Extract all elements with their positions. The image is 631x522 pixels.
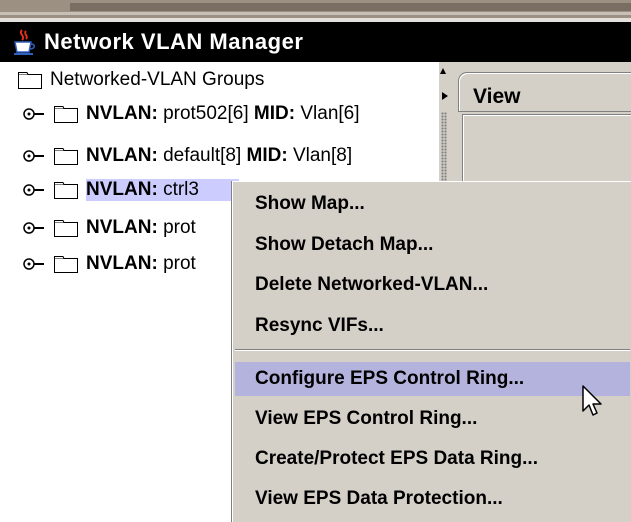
tab-view[interactable]: View	[458, 72, 631, 112]
menu-item-create-protect-eps-data-ring[interactable]: Create/Protect EPS Data Ring...	[235, 442, 630, 476]
tree-item[interactable]: NVLAN: prot	[22, 212, 196, 244]
tree-item-label: NVLAN: ctrl3	[86, 179, 239, 201]
title-bar[interactable]: Network VLAN Manager	[0, 22, 631, 62]
expand-handle-icon[interactable]	[22, 107, 48, 121]
tree-item-label: NVLAN: prot502[6] MID: Vlan[6]	[86, 103, 360, 124]
mouse-pointer-icon	[582, 385, 602, 416]
tree-item-label: NVLAN: default[8] MID: Vlan[8]	[86, 145, 353, 166]
expand-handle-icon[interactable]	[22, 257, 48, 271]
java-cup-icon	[14, 29, 35, 55]
menu-item-delete-networked-vlan[interactable]: Delete Networked-VLAN...	[235, 268, 630, 302]
expand-handle-icon[interactable]	[22, 221, 48, 235]
tree-item-selected[interactable]: NVLAN: ctrl3	[22, 174, 239, 206]
collapse-left-icon[interactable]	[440, 68, 446, 74]
background-window-strip	[0, 0, 631, 22]
menu-item-show-map[interactable]: Show Map...	[235, 187, 630, 221]
menu-item-configure-eps-control-ring[interactable]: Configure EPS Control Ring...	[235, 362, 630, 396]
menu-item-show-detach-map[interactable]: Show Detach Map...	[235, 228, 630, 262]
folder-icon	[54, 181, 78, 199]
expand-handle-icon[interactable]	[22, 149, 48, 163]
tree-item[interactable]: NVLAN: prot	[22, 248, 196, 280]
menu-item-resync-vifs[interactable]: Resync VIFs...	[235, 309, 630, 343]
folder-icon	[54, 219, 78, 237]
menu-separator	[235, 349, 630, 351]
window-title: Network VLAN Manager	[44, 29, 304, 54]
folder-icon	[18, 71, 42, 89]
folder-icon	[54, 255, 78, 273]
context-menu[interactable]: Show Map... Show Detach Map... Delete Ne…	[232, 181, 631, 522]
menu-item-view-eps-control-ring[interactable]: View EPS Control Ring...	[235, 402, 630, 436]
tree-item[interactable]: NVLAN: prot502[6] MID: Vlan[6]	[22, 98, 360, 130]
tree-root[interactable]: Networked-VLAN Groups	[18, 64, 264, 96]
tree-item[interactable]: NVLAN: default[8] MID: Vlan[8]	[22, 140, 352, 172]
collapse-right-icon[interactable]	[442, 92, 448, 100]
expand-handle-icon[interactable]	[22, 183, 48, 197]
menu-item-view-eps-data-protection[interactable]: View EPS Data Protection...	[235, 482, 630, 516]
folder-icon	[54, 105, 78, 123]
tree-item-label: NVLAN: prot	[86, 253, 196, 274]
tree-item-label: NVLAN: prot	[86, 217, 196, 238]
tree-root-label: Networked-VLAN Groups	[50, 69, 265, 90]
folder-icon	[54, 147, 78, 165]
